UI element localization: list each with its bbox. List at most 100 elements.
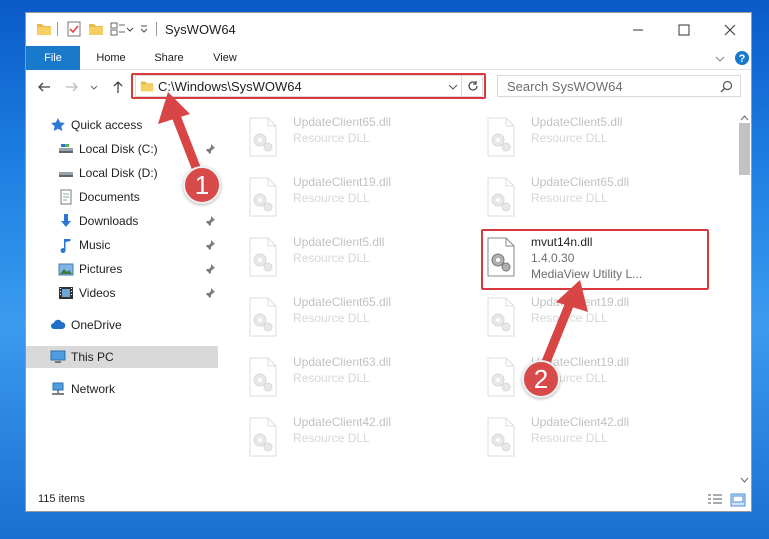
videos-icon — [58, 285, 74, 301]
file-tile[interactable]: UpdateClient65.dll Resource DLL — [218, 293, 448, 343]
recent-locations-icon[interactable] — [89, 79, 99, 95]
back-arrow-icon[interactable] — [36, 79, 52, 95]
close-button[interactable] — [707, 13, 751, 46]
nav-item-label: Quick access — [71, 118, 143, 132]
nav-item-onedrive[interactable]: OneDrive — [26, 314, 218, 336]
title-bar: SysWOW64 — [26, 13, 751, 46]
title-separator — [57, 22, 58, 36]
file-type: Resource DLL — [531, 191, 608, 205]
customize-qat-icon[interactable] — [139, 21, 149, 37]
file-type: Resource DLL — [293, 371, 370, 385]
help-icon[interactable]: ? — [734, 50, 750, 69]
nav-item-this-pc[interactable]: This PC — [26, 346, 218, 368]
file-name: UpdateClient19.dll — [293, 175, 392, 189]
nav-item-music[interactable]: Music — [26, 234, 218, 256]
nav-item-pictures[interactable]: Pictures — [26, 258, 218, 280]
item-count: 115 items — [38, 493, 85, 505]
dll-file-icon — [484, 117, 518, 157]
pictures-icon — [58, 261, 74, 277]
nav-item-quick-access[interactable]: Quick access — [26, 114, 218, 136]
minimize-button[interactable] — [615, 13, 661, 46]
tab-home[interactable]: Home — [86, 46, 136, 70]
dll-file-icon — [484, 417, 518, 457]
cloud-icon — [50, 317, 66, 333]
nav-item-local-disk-c[interactable]: Local Disk (C:) — [26, 138, 218, 160]
scroll-down-icon[interactable] — [740, 473, 749, 487]
file-tile[interactable]: UpdateClient65.dll Resource DLL — [456, 173, 686, 223]
tab-view[interactable]: View — [200, 46, 250, 70]
file-tile[interactable]: UpdateClient42.dll Resource DLL — [456, 413, 686, 463]
dll-file-icon — [246, 117, 280, 157]
pin-icon[interactable] — [204, 287, 216, 299]
svg-text:?: ? — [739, 53, 746, 65]
file-name: UpdateClient42.dll — [293, 415, 392, 429]
nav-item-videos[interactable]: Videos — [26, 282, 218, 304]
dll-file-icon — [246, 237, 280, 277]
file-type: Resource DLL — [293, 311, 370, 325]
file-name: UpdateClient19.dll — [531, 295, 630, 309]
dll-file-icon — [246, 357, 280, 397]
nav-item-label: Local Disk (C:) — [79, 142, 158, 156]
address-bar-highlight — [131, 73, 486, 99]
dll-file-icon — [246, 297, 280, 337]
file-tile[interactable]: UpdateClient5.dll Resource DLL — [456, 113, 686, 163]
navigation-pane: Quick access Local Disk (C:) Local Disk … — [26, 109, 218, 484]
search-input[interactable]: Search SysWOW64 — [497, 75, 741, 97]
minimize-icon — [633, 29, 643, 30]
nav-item-label: Videos — [79, 286, 116, 300]
file-tile[interactable]: UpdateClient65.dll Resource DLL — [218, 113, 448, 163]
file-tile[interactable]: UpdateClient19.dll Resource DLL — [456, 353, 686, 403]
star-icon — [50, 117, 66, 133]
file-type: Resource DLL — [531, 131, 608, 145]
dll-file-icon — [484, 177, 518, 217]
nav-item-label: Music — [79, 238, 111, 252]
pin-icon[interactable] — [204, 239, 216, 251]
maximize-button[interactable] — [661, 13, 707, 46]
dll-file-icon — [484, 297, 518, 337]
pin-icon[interactable] — [204, 143, 216, 155]
file-type: Resource DLL — [531, 311, 608, 325]
file-tile[interactable]: UpdateClient42.dll Resource DLL — [218, 413, 448, 463]
pin-icon[interactable] — [204, 263, 216, 275]
status-bar: 115 items — [26, 488, 751, 511]
chevron-down-icon[interactable] — [126, 21, 134, 37]
nav-item-label: Downloads — [79, 214, 139, 228]
tab-file[interactable]: File — [26, 46, 80, 70]
file-name: UpdateClient65.dll — [293, 295, 392, 309]
network-icon — [50, 381, 66, 397]
download-icon — [58, 213, 74, 229]
large-icons-view-icon[interactable] — [730, 493, 746, 507]
file-type: Resource DLL — [293, 251, 370, 265]
file-tile[interactable]: UpdateClient5.dll Resource DLL — [218, 233, 448, 283]
folder-icon — [36, 21, 52, 37]
up-arrow-icon[interactable] — [110, 79, 126, 95]
file-name: UpdateClient63.dll — [293, 355, 392, 369]
vertical-scrollbar[interactable] — [736, 109, 751, 487]
nav-item-network[interactable]: Network — [26, 378, 218, 400]
drive-icon — [58, 141, 74, 157]
dll-file-icon — [484, 357, 518, 397]
file-name: UpdateClient5.dll — [293, 235, 385, 249]
file-name: UpdateClient65.dll — [293, 115, 392, 129]
expand-ribbon-icon[interactable] — [714, 53, 726, 67]
nav-item-label: Network — [71, 382, 116, 396]
nav-item-label: OneDrive — [71, 318, 122, 332]
file-tile[interactable]: UpdateClient19.dll Resource DLL — [456, 293, 686, 343]
search-icon[interactable] — [720, 80, 733, 96]
view-options-icon[interactable] — [110, 21, 126, 37]
callout-2: 2 — [522, 360, 560, 398]
file-tile[interactable]: UpdateClient19.dll Resource DLL — [218, 173, 448, 223]
nav-item-downloads[interactable]: Downloads — [26, 210, 218, 232]
forward-arrow-icon[interactable] — [64, 79, 80, 95]
file-type: Resource DLL — [293, 191, 370, 205]
new-folder-icon[interactable] — [88, 21, 104, 37]
properties-icon[interactable] — [66, 21, 82, 37]
nav-item-label: Pictures — [79, 262, 123, 276]
dll-file-icon — [246, 417, 280, 457]
file-name: UpdateClient5.dll — [531, 115, 623, 129]
pin-icon[interactable] — [204, 215, 216, 227]
scroll-thumb[interactable] — [739, 123, 750, 175]
tab-share[interactable]: Share — [144, 46, 194, 70]
file-tile[interactable]: UpdateClient63.dll Resource DLL — [218, 353, 448, 403]
details-view-icon[interactable] — [707, 493, 723, 507]
